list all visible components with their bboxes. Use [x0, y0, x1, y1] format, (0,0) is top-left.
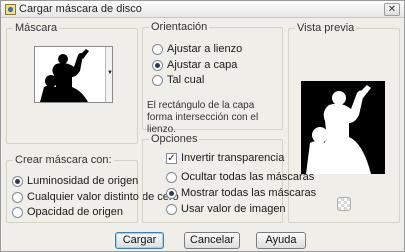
- options-legend: Opciones: [149, 133, 200, 145]
- radio-button[interactable]: [12, 175, 23, 187]
- help-button[interactable]: Ayuda: [256, 232, 306, 249]
- radio-show-all-masks[interactable]: Mostrar todas las máscaras: [166, 187, 316, 199]
- dropdown-strip[interactable]: ▼: [105, 47, 113, 102]
- app-icon: [5, 4, 16, 15]
- radio-button[interactable]: [166, 171, 177, 183]
- radio-fit-layer[interactable]: Ajustar a capa: [152, 59, 237, 71]
- radio-label: Tal cual: [167, 74, 205, 86]
- radio-label: Mostrar todas las máscaras: [181, 187, 317, 199]
- cancel-button[interactable]: Cancelar: [184, 232, 240, 249]
- orientation-group: Orientación Ajustar a lienzo Ajustar a c…: [142, 21, 283, 135]
- radio-as-is[interactable]: Tal cual: [152, 74, 204, 86]
- radio-label: Luminosidad de origen: [27, 175, 139, 187]
- close-button[interactable]: ✕: [384, 3, 400, 16]
- radio-source-luminance[interactable]: Luminosidad de origen: [12, 175, 138, 187]
- checkbox-label: Invertir transparencia: [181, 152, 285, 164]
- radio-label: Usar valor de imagen: [181, 203, 286, 215]
- load-button[interactable]: Cargar: [115, 232, 164, 249]
- create-mask-group: Crear máscara con: Luminosidad de origen…: [6, 154, 179, 223]
- radio-hide-all-masks[interactable]: Ocultar todas las máscaras: [166, 171, 314, 183]
- radio-button[interactable]: [152, 43, 163, 55]
- chevron-down-icon: ▼: [107, 70, 113, 76]
- radio-label: Opacidad de origen: [27, 206, 124, 218]
- dialog-window: Cargar máscara de disco ✕ Máscara ▼ Orie: [0, 0, 405, 252]
- options-group: Opciones ✓ Invertir transparencia Oculta…: [142, 133, 316, 223]
- mask-group: Máscara ▼: [6, 22, 138, 144]
- create-mask-legend: Crear máscara con:: [13, 154, 114, 166]
- radio-button[interactable]: [12, 206, 23, 218]
- window-title: Cargar máscara de disco: [19, 3, 142, 15]
- preview-legend: Vista previa: [295, 22, 357, 34]
- mask-thumbnail-dropdown[interactable]: ▼: [34, 46, 113, 103]
- mask-thumbnail-image: [36, 47, 106, 102]
- radio-fit-canvas[interactable]: Ajustar a lienzo: [152, 43, 242, 55]
- invert-transparency-checkbox[interactable]: ✓ Invertir transparencia: [166, 152, 284, 164]
- radio-button[interactable]: [12, 191, 23, 203]
- radio-button[interactable]: [166, 187, 177, 199]
- radio-button[interactable]: [152, 59, 163, 71]
- mask-legend: Máscara: [13, 22, 60, 34]
- orientation-legend: Orientación: [149, 21, 210, 33]
- radio-source-opacity[interactable]: Opacidad de origen: [12, 206, 123, 218]
- radio-use-image-value[interactable]: Usar valor de imagen: [166, 203, 286, 215]
- radio-label: Ajustar a capa: [167, 59, 238, 71]
- radio-label: Ocultar todas las máscaras: [181, 171, 315, 183]
- radio-label: Ajustar a lienzo: [167, 43, 243, 55]
- title-bar[interactable]: Cargar máscara de disco ✕: [1, 1, 404, 18]
- radio-button[interactable]: [166, 203, 177, 215]
- preview-image: [301, 81, 385, 174]
- radio-button[interactable]: [152, 74, 163, 86]
- checkbox[interactable]: ✓: [166, 152, 177, 164]
- zoom-preview-icon[interactable]: [337, 197, 351, 211]
- orientation-description: El rectángulo de la capa forma intersecc…: [147, 100, 259, 135]
